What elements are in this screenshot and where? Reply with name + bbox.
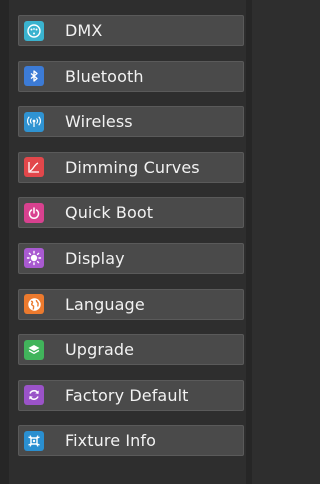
menu-item-label: Upgrade — [65, 340, 135, 360]
menu-item-label: Fixture Info — [65, 431, 157, 451]
panel-right-edge — [246, 0, 252, 484]
fixture-icon — [24, 430, 44, 451]
menu-item-dmx[interactable]: DMX — [18, 15, 244, 46]
settings-menu: DMX Bluetooth Wireless Dimming Curves Qu… — [18, 15, 244, 471]
menu-item-label: DMX — [65, 21, 103, 40]
menu-item-label: Factory Default — [65, 385, 189, 405]
menu-item-fixture-info[interactable]: Fixture Info — [18, 425, 244, 457]
menu-item-quick-boot[interactable]: Quick Boot — [18, 197, 244, 229]
menu-item-label: Language — [65, 294, 145, 314]
menu-item-wireless[interactable]: Wireless — [18, 106, 244, 138]
menu-item-bluetooth[interactable]: Bluetooth — [18, 60, 244, 92]
menu-item-display[interactable]: Display — [18, 242, 244, 274]
dimming-curve-icon — [24, 157, 44, 178]
power-icon — [24, 202, 44, 223]
panel-left-edge — [0, 0, 9, 484]
dmx-connector-icon — [24, 20, 44, 41]
brightness-icon — [24, 248, 44, 269]
reset-icon — [24, 385, 44, 406]
layers-icon — [24, 339, 44, 360]
menu-item-upgrade[interactable]: Upgrade — [18, 334, 244, 366]
menu-item-label: Bluetooth — [65, 66, 144, 86]
menu-item-label: Dimming Curves — [65, 157, 200, 177]
bluetooth-icon — [24, 66, 44, 87]
globe-icon — [24, 294, 44, 315]
menu-item-label: Wireless — [65, 112, 133, 132]
menu-item-language[interactable]: Language — [18, 288, 244, 320]
menu-item-factory-default[interactable]: Factory Default — [18, 379, 244, 411]
menu-item-label: Display — [65, 248, 125, 268]
settings-panel: DMX Bluetooth Wireless Dimming Curves Qu… — [0, 0, 252, 484]
menu-item-label: Quick Boot — [65, 203, 154, 223]
wireless-antenna-icon — [24, 111, 44, 132]
menu-item-dimming-curves[interactable]: Dimming Curves — [18, 151, 244, 183]
